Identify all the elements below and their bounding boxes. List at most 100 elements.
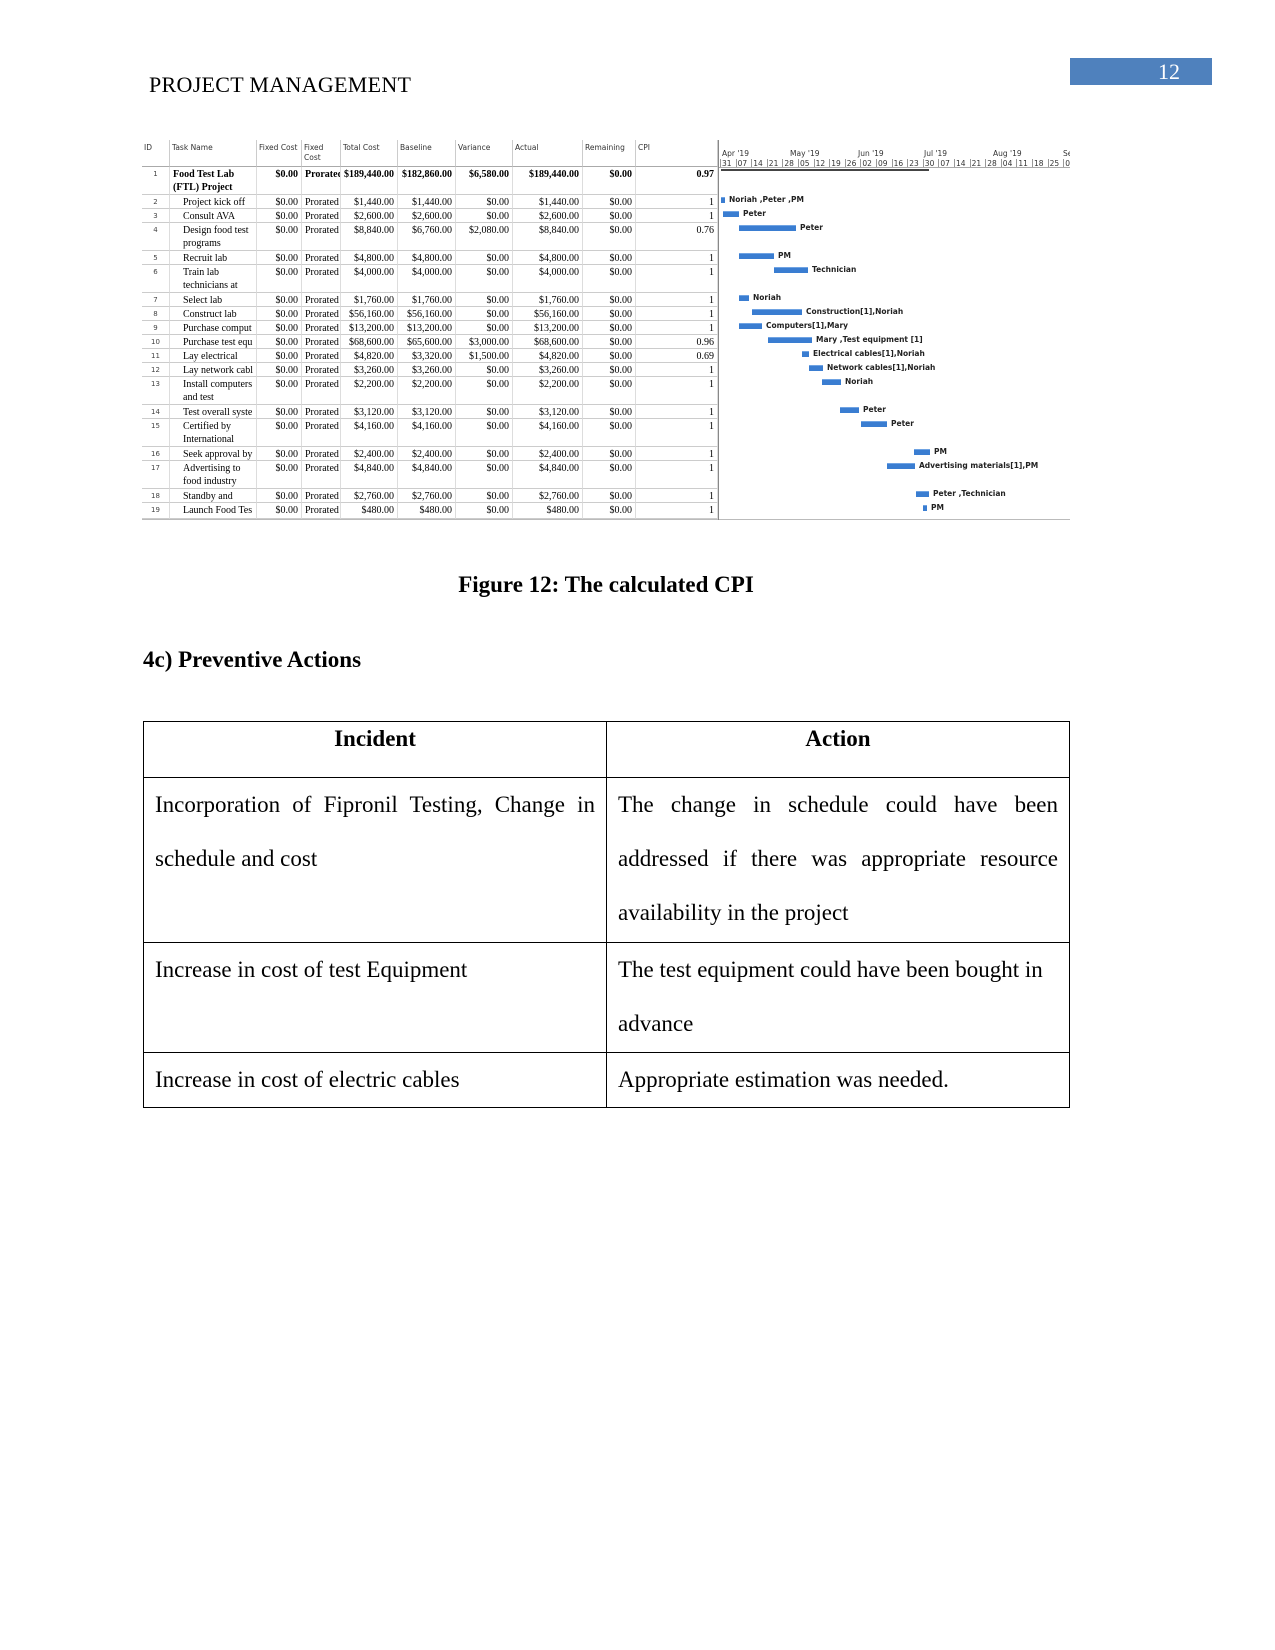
column-header-remaining: Remaining <box>583 140 636 167</box>
cell-cpi: 1 <box>636 461 718 489</box>
cell-fixed-cost-accrual: Prorated <box>302 405 341 419</box>
cell-remaining: $0.00 <box>583 335 636 349</box>
task-bar <box>923 505 927 511</box>
resource-label: PM <box>934 447 947 456</box>
column-header-fixed-cost: Fixed Cost <box>257 140 302 167</box>
cell-remaining: $0.00 <box>583 349 636 363</box>
task-bar <box>739 295 749 301</box>
cell-baseline: $2,760.00 <box>398 489 456 503</box>
cell-fixed-cost: $0.00 <box>257 419 302 447</box>
cell-total-cost: $2,400.00 <box>341 447 398 461</box>
cell-id: 7 <box>142 293 170 307</box>
cell-baseline: $2,400.00 <box>398 447 456 461</box>
cell-actual: $189,440.00 <box>513 167 583 195</box>
cell-variance: $0.00 <box>456 489 513 503</box>
task-bar <box>914 449 930 455</box>
cell-variance: $0.00 <box>456 419 513 447</box>
cell-total-cost: $3,120.00 <box>341 405 398 419</box>
cell-total-cost: $8,840.00 <box>341 223 398 251</box>
cell-variance: $0.00 <box>456 195 513 209</box>
cell-cpi: 1 <box>636 419 718 447</box>
cell-fixed-cost: $0.00 <box>257 405 302 419</box>
cell-variance: $0.00 <box>456 363 513 377</box>
cell-fixed-cost-accrual: Prorated <box>302 167 341 195</box>
cell-fixed-cost: $0.00 <box>257 377 302 405</box>
cell-fixed-cost: $0.00 <box>257 335 302 349</box>
header-incident: Incident <box>143 721 607 778</box>
cell-remaining: $0.00 <box>583 251 636 265</box>
cell-task-name: Lay electrical cab <box>170 349 257 363</box>
cell-fixed-cost-accrual: Prorated <box>302 461 341 489</box>
cell-task-name: Project kick off m <box>170 195 257 209</box>
cell-fixed-cost: $0.00 <box>257 251 302 265</box>
cell-baseline: $6,760.00 <box>398 223 456 251</box>
cell-variance: $0.00 <box>456 265 513 293</box>
cell-fixed-cost-accrual: Prorated <box>302 489 341 503</box>
cell-baseline: $65,600.00 <box>398 335 456 349</box>
cell-fixed-cost-accrual: Prorated <box>302 195 341 209</box>
gantt-chart: Apr '19May '19Jun '19Jul '19Aug '19Se310… <box>718 140 1070 520</box>
timescale-month: Jun '19 <box>858 149 884 158</box>
cell-cpi: 1 <box>636 377 718 405</box>
timescale-divider <box>719 167 1070 168</box>
resource-label: Peter <box>800 223 823 232</box>
cell-id: 16 <box>142 447 170 461</box>
cell-remaining: $0.00 <box>583 223 636 251</box>
cell-fixed-cost-accrual: Prorated <box>302 419 341 447</box>
cell-total-cost: $2,600.00 <box>341 209 398 223</box>
cell-fixed-cost: $0.00 <box>257 307 302 321</box>
cell-variance: $0.00 <box>456 503 513 519</box>
cell-fixed-cost: $0.00 <box>257 447 302 461</box>
cell-remaining: $0.00 <box>583 377 636 405</box>
task-bar <box>916 491 929 497</box>
cell-variance: $0.00 <box>456 321 513 335</box>
cell-fixed-cost: $0.00 <box>257 209 302 223</box>
table-header-row: Incident Action <box>143 721 1070 778</box>
cell-baseline: $1,440.00 <box>398 195 456 209</box>
cell-cpi: 1 <box>636 209 718 223</box>
preventive-actions-table: Incident Action Incorporation of Fiproni… <box>143 721 1070 1108</box>
cell-remaining: $0.00 <box>583 195 636 209</box>
cell-actual: $13,200.00 <box>513 321 583 335</box>
task-bar <box>840 407 859 413</box>
incident-cell: Increase in cost of test Equipment <box>143 942 607 1053</box>
cell-baseline: $1,760.00 <box>398 293 456 307</box>
page-number: 12 <box>1070 58 1212 85</box>
cell-total-cost: $3,260.00 <box>341 363 398 377</box>
cell-actual: $56,160.00 <box>513 307 583 321</box>
cell-variance: $3,000.00 <box>456 335 513 349</box>
cell-cpi: 1 <box>636 321 718 335</box>
timescale-month: Apr '19 <box>722 149 749 158</box>
cell-id: 9 <box>142 321 170 335</box>
cell-total-cost: $4,800.00 <box>341 251 398 265</box>
column-header-id: ID <box>142 140 170 167</box>
cell-total-cost: $2,760.00 <box>341 489 398 503</box>
cell-cpi: 1 <box>636 307 718 321</box>
cell-fixed-cost-accrual: Prorated <box>302 293 341 307</box>
cell-total-cost: $13,200.00 <box>341 321 398 335</box>
cell-fixed-cost-accrual: Prorated <box>302 223 341 251</box>
resource-label: Noriah <box>845 377 874 386</box>
cell-remaining: $0.00 <box>583 503 636 519</box>
cell-baseline: $4,160.00 <box>398 419 456 447</box>
cell-remaining: $0.00 <box>583 307 636 321</box>
cell-variance: $2,080.00 <box>456 223 513 251</box>
cell-total-cost: $1,440.00 <box>341 195 398 209</box>
cell-variance: $0.00 <box>456 377 513 405</box>
cell-task-name: Lay network cabl <box>170 363 257 377</box>
cell-total-cost: $2,200.00 <box>341 377 398 405</box>
cell-variance: $1,500.00 <box>456 349 513 363</box>
resource-label: Computers[1],Mary <box>766 321 849 330</box>
cell-total-cost: $480.00 <box>341 503 398 519</box>
cell-cpi: 1 <box>636 405 718 419</box>
summary-bar <box>721 169 929 171</box>
cell-fixed-cost-accrual: Prorated <box>302 209 341 223</box>
cell-baseline: $4,840.00 <box>398 461 456 489</box>
cell-actual: $3,120.00 <box>513 405 583 419</box>
resource-label: Mary ,Test equipment [1] <box>816 335 923 344</box>
cell-actual: $2,600.00 <box>513 209 583 223</box>
cell-fixed-cost: $0.00 <box>257 265 302 293</box>
cell-task-name: Consult AVA <box>170 209 257 223</box>
column-header-total-cost: Total Cost <box>341 140 398 167</box>
cell-fixed-cost: $0.00 <box>257 293 302 307</box>
